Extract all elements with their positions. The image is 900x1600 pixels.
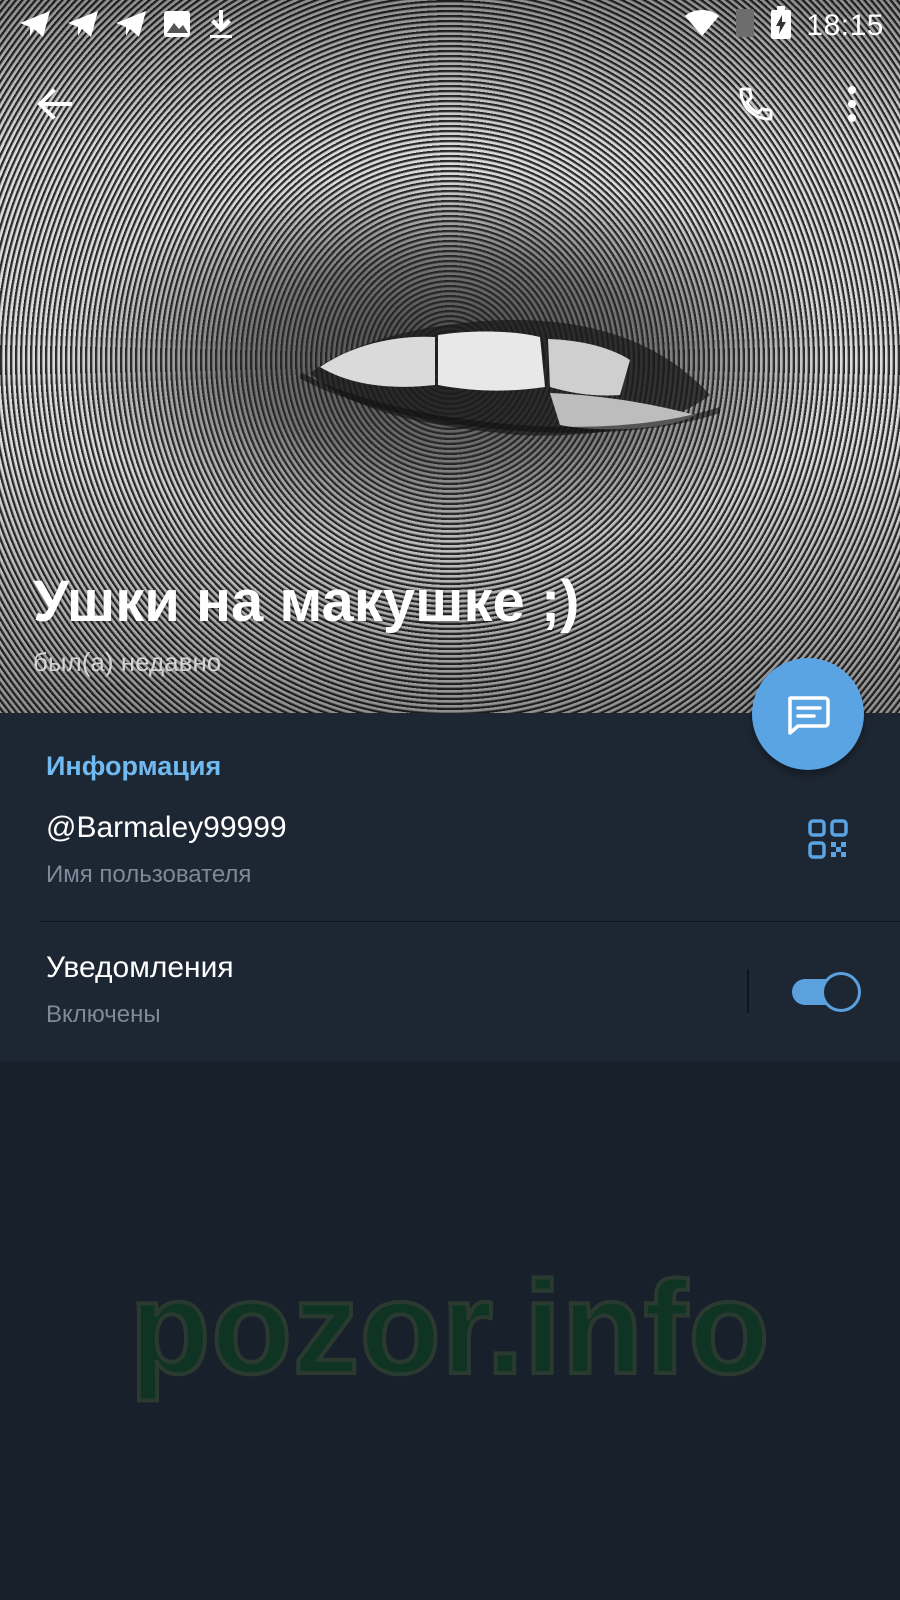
download-icon [206,8,236,45]
phone-icon [739,87,773,121]
back-button[interactable] [24,74,84,134]
status-bar: 18:15 [0,0,900,50]
more-menu-button[interactable] [822,74,882,134]
battery-charging-icon [770,6,792,45]
section-title-info: Информация [46,751,222,781]
watermark: pozor.info [128,1252,772,1403]
wifi-icon [684,8,720,43]
row-divider [40,921,900,922]
profile-name: Ушки на макушке ;) [33,569,580,634]
username-label: Имя пользователя [46,861,252,888]
clock-time: 18:15 [806,8,884,42]
telegram-icon [114,9,148,44]
app-bar [0,62,900,146]
arrow-left-icon [37,88,72,120]
telegram-icon [66,9,100,44]
qr-code-icon [808,819,848,859]
send-message-button[interactable] [752,658,864,770]
telegram-icon [18,9,52,44]
qr-code-button[interactable] [800,811,856,867]
notifications-title: Уведомления [46,951,234,984]
info-panel: Информация @Barmaley99999 Имя пользовате… [0,713,900,1061]
image-icon [162,9,192,44]
notification-icons [18,8,236,45]
call-button[interactable] [726,74,786,134]
photo-lips-illustration [300,320,720,436]
profile-last-seen: был(а) недавно [33,647,222,677]
toggle-knob [821,972,861,1012]
notifications-toggle[interactable] [790,971,861,1012]
system-icons: 18:15 [684,6,884,45]
more-vertical-icon [848,86,856,122]
username-value[interactable]: @Barmaley99999 [46,811,287,845]
message-icon [788,696,830,735]
signal-icon [734,7,756,44]
notifications-status: Включены [46,1001,161,1028]
toggle-divider [747,969,749,1013]
